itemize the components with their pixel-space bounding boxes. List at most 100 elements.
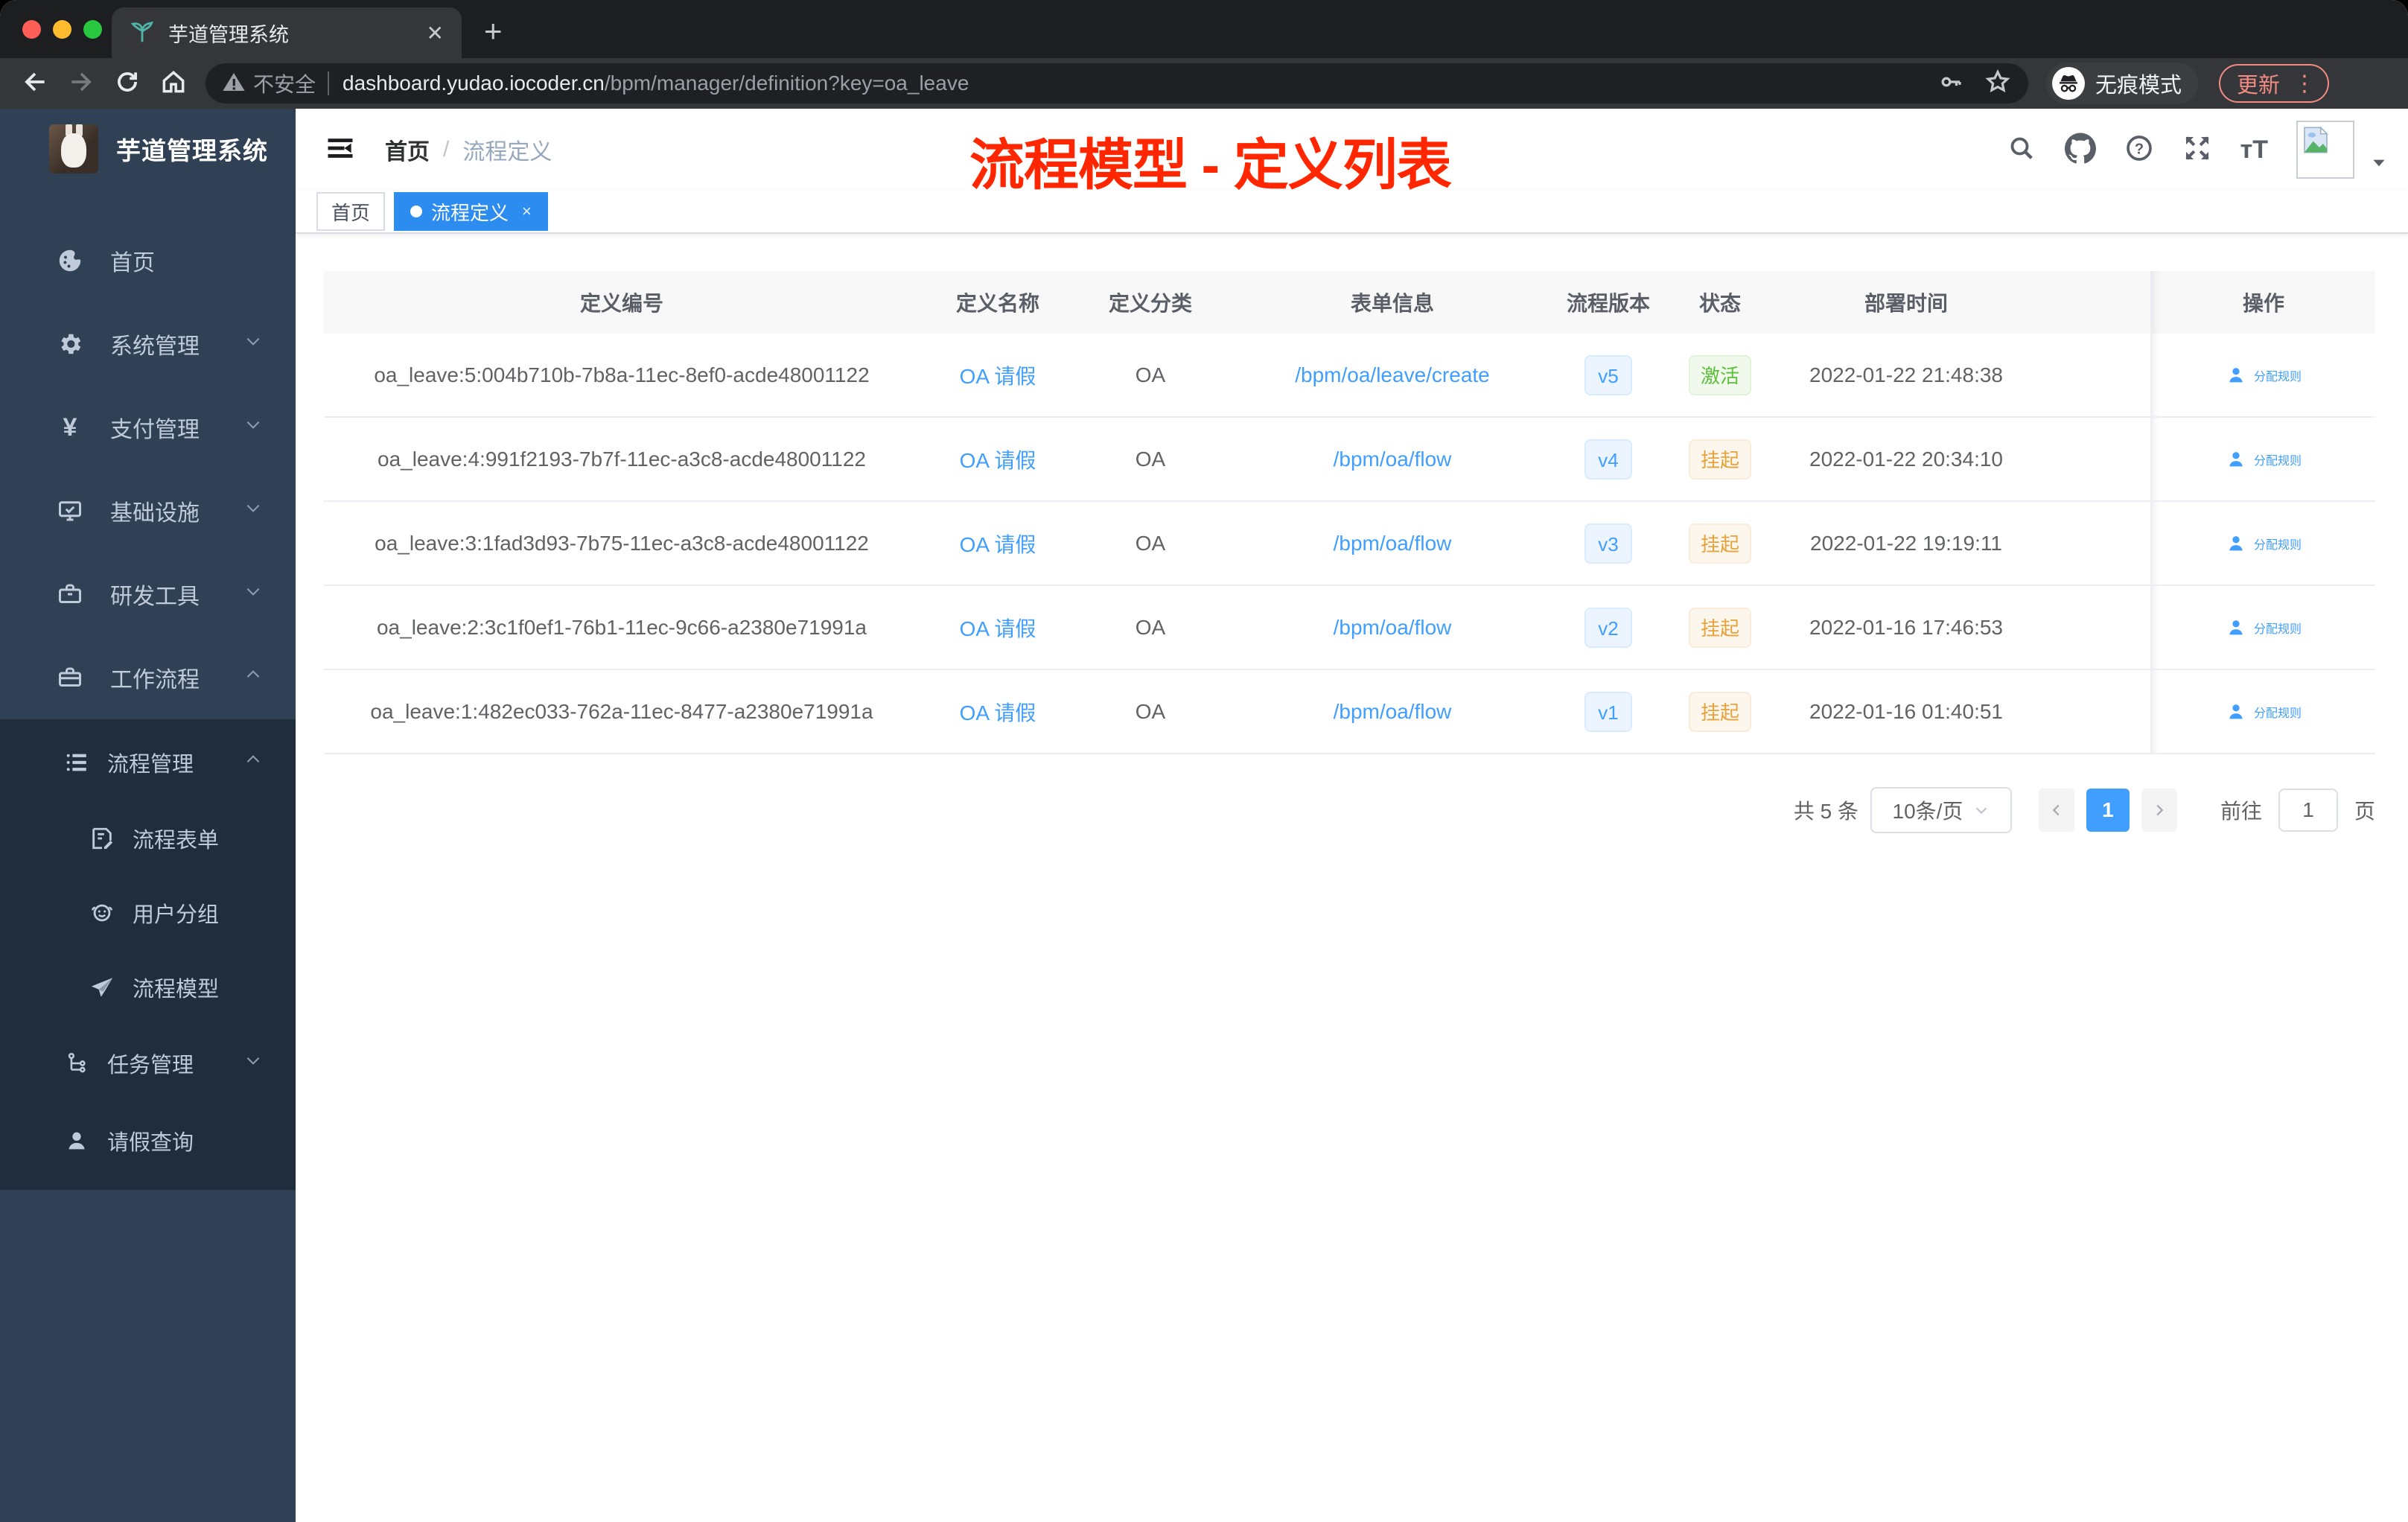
- sidebar-collapse-icon[interactable]: [324, 132, 357, 168]
- cell-deploy-time: 2022-01-22 19:19:11: [1810, 531, 2002, 555]
- chevron-down-icon: [243, 582, 263, 607]
- search-icon[interactable]: [2007, 133, 2036, 167]
- definition-name-link[interactable]: OA 请假: [960, 701, 1036, 725]
- version-tag: v1: [1584, 691, 1632, 732]
- version-tag: v4: [1584, 439, 1632, 480]
- sidebar-logo[interactable]: 芋道管理系统: [0, 109, 296, 188]
- sidebar-item-label: 工作流程: [110, 668, 200, 692]
- incognito-label: 无痕模式: [2095, 74, 2182, 98]
- cell-definition-id: oa_leave:5:004b710b-7b8a-11ec-8ef0-acde4…: [374, 363, 870, 386]
- traffic-lights: [22, 20, 102, 39]
- version-tag: v3: [1584, 523, 1632, 564]
- chevron-up-icon: [243, 750, 263, 775]
- person-icon: [2229, 367, 2243, 382]
- passwords-key-icon[interactable]: [1937, 69, 1964, 99]
- assign-rule-button[interactable]: 分配规则: [2150, 670, 2375, 753]
- user-avatar-broken-image[interactable]: [2296, 121, 2354, 179]
- form-link[interactable]: /bpm/oa/leave/create: [1295, 363, 1490, 386]
- next-page-button[interactable]: [2141, 789, 2177, 832]
- zoom-window-button[interactable]: [83, 20, 102, 39]
- prev-page-button[interactable]: [2038, 789, 2074, 832]
- assign-rule-button[interactable]: 分配规则: [2150, 502, 2375, 585]
- sidebar-item-process-model[interactable]: 流程模型: [0, 950, 296, 1025]
- definition-name-link[interactable]: OA 请假: [960, 365, 1036, 388]
- status-badge: 挂起: [1688, 607, 1751, 648]
- new-tab-button[interactable]: +: [484, 13, 503, 49]
- chevron-up-icon: [243, 665, 263, 690]
- form-link[interactable]: /bpm/oa/flow: [1334, 448, 1452, 471]
- app-root: 芋道管理系统 首页 系统管理 ¥ 支付管理 基础设施 研发工具 工作流程 流程管…: [0, 109, 2408, 1522]
- url-path: /bpm/manager/definition?key=oa_leave: [604, 71, 969, 95]
- form-link[interactable]: /bpm/oa/flow: [1334, 532, 1452, 555]
- fullscreen-icon[interactable]: [2182, 133, 2212, 167]
- page-size-select[interactable]: 10条/页: [1870, 787, 2012, 833]
- chevron-down-icon: [243, 498, 263, 523]
- breadcrumb-home[interactable]: 首页: [385, 133, 430, 166]
- form-link[interactable]: /bpm/oa/flow: [1334, 616, 1452, 639]
- browser-window: 芋道管理系统 ✕ + 不安全 dashboard.yudao.iocoder.c…: [0, 0, 2408, 1522]
- chevron-down-icon: [243, 415, 263, 440]
- sidebar-item-workflow[interactable]: 工作流程: [0, 636, 296, 719]
- page-unit-label: 页: [2354, 800, 2375, 823]
- github-icon[interactable]: [2064, 133, 2096, 168]
- definition-name-link[interactable]: OA 请假: [960, 449, 1036, 472]
- help-icon[interactable]: ?: [2124, 133, 2154, 167]
- goto-page-input[interactable]: [2278, 789, 2338, 832]
- tab-close-icon[interactable]: ✕: [427, 21, 444, 45]
- breadcrumb-separator: /: [443, 137, 450, 162]
- sidebar-item-system[interactable]: 系统管理: [0, 302, 296, 386]
- current-page-button[interactable]: 1: [2086, 789, 2130, 832]
- browser-tab[interactable]: 芋道管理系统 ✕: [112, 7, 462, 58]
- bookmark-star-icon[interactable]: [1984, 68, 2012, 100]
- assign-rule-button[interactable]: 分配规则: [2150, 334, 2375, 416]
- home-icon[interactable]: [150, 68, 197, 100]
- minimize-window-button[interactable]: [53, 20, 71, 39]
- sidebar-item-payment[interactable]: ¥ 支付管理: [0, 386, 296, 469]
- tag-label: 首页: [331, 201, 371, 224]
- pagination: 共 5 条 10条/页 1 前往 页: [324, 787, 2375, 833]
- sidebar-item-process-form[interactable]: 流程表单: [0, 801, 296, 876]
- col-header-category: 定义分类: [1108, 292, 1192, 315]
- reload-icon[interactable]: [104, 68, 150, 100]
- caret-down-icon[interactable]: [2369, 153, 2389, 176]
- table-row: oa_leave:1:482ec033-762a-11ec-8477-a2380…: [324, 670, 2375, 754]
- pagination-total: 共 5 条: [1793, 800, 1858, 823]
- tag-close-icon[interactable]: ×: [522, 202, 532, 221]
- back-icon[interactable]: [12, 68, 58, 100]
- assign-rule-button[interactable]: 分配规则: [2150, 586, 2375, 669]
- cell-deploy-time: 2022-01-16 17:46:53: [1809, 615, 2003, 639]
- sidebar-item-home[interactable]: 首页: [0, 219, 296, 302]
- cell-definition-id: oa_leave:4:991f2193-7b7f-11ec-a3c8-acde4…: [378, 447, 866, 471]
- update-browser-button[interactable]: 更新 ⋮: [2219, 64, 2330, 103]
- forward-icon[interactable]: [58, 68, 104, 100]
- browser-menu-dots-icon[interactable]: ⋮: [2293, 71, 2316, 97]
- yen-icon: ¥: [63, 413, 77, 442]
- sidebar-item-leave-query[interactable]: 请假查询: [0, 1102, 296, 1179]
- definition-name-link[interactable]: OA 请假: [960, 533, 1036, 556]
- sidebar-item-dev-tools[interactable]: 研发工具: [0, 553, 296, 636]
- sidebar-item-process-management[interactable]: 流程管理: [0, 724, 296, 801]
- tag-home[interactable]: 首页: [316, 192, 386, 231]
- cell-category: OA: [1135, 699, 1166, 723]
- sidebar-item-user-group[interactable]: 用户分组: [0, 876, 296, 950]
- sidebar-item-infrastructure[interactable]: 基础设施: [0, 469, 296, 553]
- sidebar-item-label: 基础设施: [110, 501, 200, 526]
- font-size-icon[interactable]: тT: [2240, 136, 2268, 165]
- sidebar-item-task-management[interactable]: 任务管理: [0, 1025, 296, 1102]
- form-link[interactable]: /bpm/oa/flow: [1334, 700, 1452, 723]
- col-header-action: 操作: [2150, 271, 2375, 334]
- breadcrumb-current: 流程定义: [462, 140, 552, 165]
- sidebar-item-label: 用户分组: [133, 903, 220, 927]
- person-icon: [2229, 535, 2243, 550]
- tag-label: 流程定义: [431, 201, 509, 224]
- assign-rule-label: 分配规则: [2253, 454, 2302, 468]
- url-bar[interactable]: 不安全 dashboard.yudao.iocoder.cn/bpm/manag…: [206, 63, 2028, 104]
- tag-process-definition[interactable]: 流程定义 ×: [394, 192, 548, 231]
- close-window-button[interactable]: [22, 20, 41, 39]
- assign-rule-button[interactable]: 分配规则: [2150, 418, 2375, 500]
- sidebar-item-label: 支付管理: [110, 418, 200, 442]
- definition-name-link[interactable]: OA 请假: [960, 617, 1036, 640]
- not-secure-label[interactable]: 不安全: [253, 69, 316, 98]
- breadcrumb: 首页 / 流程定义: [385, 133, 552, 166]
- update-label: 更新: [2237, 74, 2281, 98]
